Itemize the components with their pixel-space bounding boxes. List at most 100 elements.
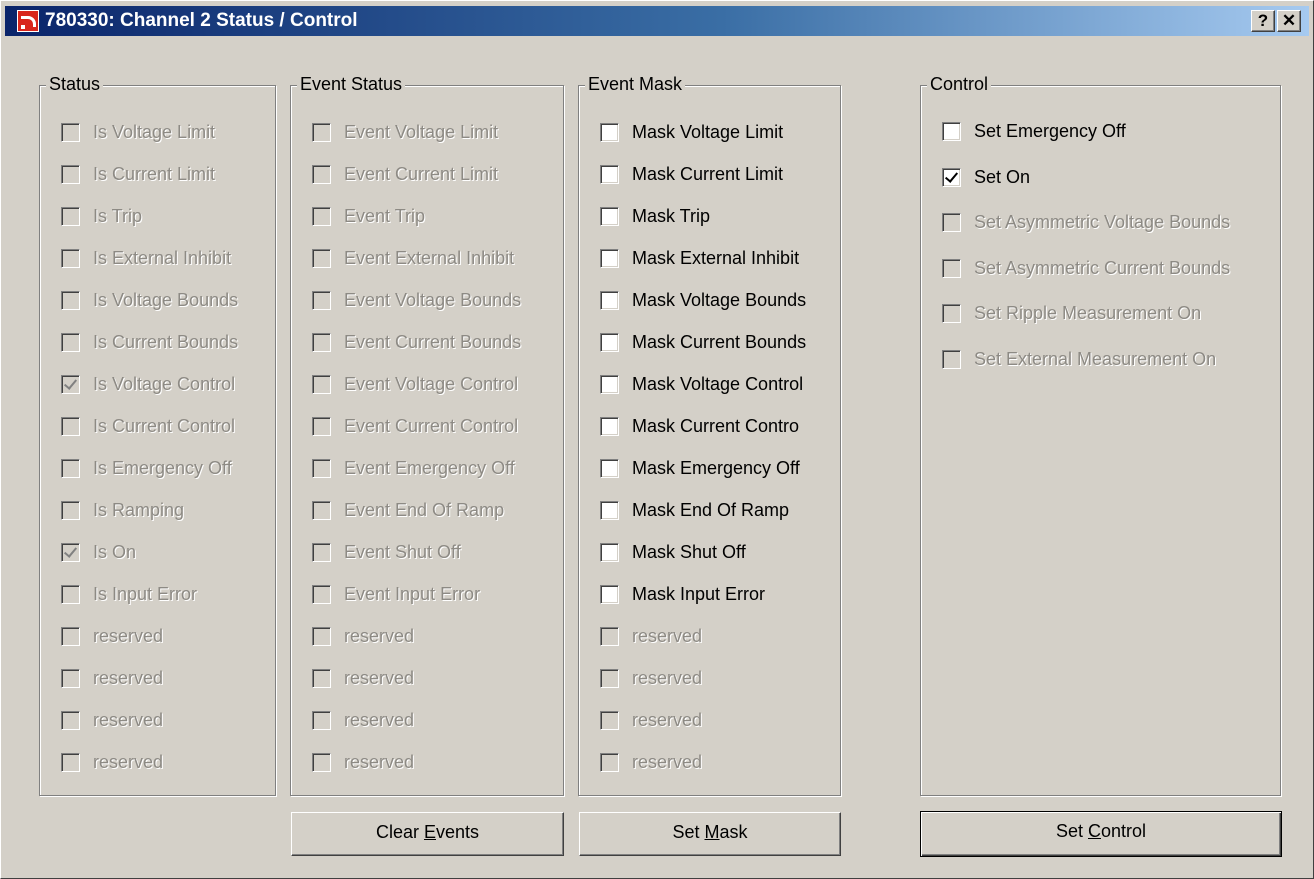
event-mask-checkbox-label: Mask Current Contro: [632, 416, 800, 436]
event-status-checkbox-label: Event Voltage Control: [344, 374, 519, 394]
control-checkbox[interactable]: [942, 122, 961, 141]
status-checkbox-label: Is Current Control: [93, 416, 236, 436]
control-checkbox-label: Set Ripple Measurement On: [974, 303, 1202, 323]
control-checkbox-label: Set Emergency Off: [974, 121, 1126, 141]
event-mask-checkbox-label: Mask Voltage Limit: [632, 122, 784, 142]
control-checkbox: [942, 304, 961, 323]
event-status-group-title: Event Status: [297, 74, 406, 95]
status-group: Status Is Voltage Limit Is Current Limit I…: [39, 74, 276, 796]
event-status-checkbox-label: Event Voltage Limit: [344, 122, 499, 142]
status-checkbox: [61, 459, 80, 478]
event-mask-checkbox[interactable]: [600, 291, 619, 310]
control-group-title: Control: [927, 74, 992, 95]
status-checkbox-label: Is Voltage Control: [93, 374, 236, 394]
event-mask-checkbox[interactable]: [600, 333, 619, 352]
event-mask-checkbox[interactable]: [600, 123, 619, 142]
event-status-checkbox-label: Event Trip: [344, 206, 426, 226]
event-status-checkbox: [312, 543, 331, 562]
control-group: Control Set Emergency Off Set On Set Asymm…: [920, 74, 1281, 796]
status-checkbox-label: reserved: [93, 668, 164, 688]
event-mask-checkbox[interactable]: [600, 459, 619, 478]
event-mask-checkbox-label: Mask Input Error: [632, 584, 766, 604]
status-checkbox-label: Is On: [93, 542, 137, 562]
status-checkbox-label: Is Trip: [93, 206, 143, 226]
checkmark-icon: [63, 544, 78, 558]
clear-events-mnemonic: E: [423, 822, 436, 842]
event-mask-group: Event Mask Mask Voltage Limit Mask Curren…: [578, 74, 841, 796]
status-checkbox: [61, 333, 80, 352]
event-mask-checkbox[interactable]: [600, 249, 619, 268]
set-control-button[interactable]: Set Control: [920, 811, 1282, 857]
event-mask-group-title: Event Mask: [585, 74, 686, 95]
event-status-checkbox: [312, 711, 331, 730]
status-checkbox-label: Is Ramping: [93, 500, 185, 520]
event-status-checkbox: [312, 627, 331, 646]
event-status-checkbox: [312, 375, 331, 394]
status-checkbox: [61, 585, 80, 604]
event-mask-checkbox-label: Mask External Inhibit: [632, 248, 800, 268]
status-checkbox: [61, 711, 80, 730]
event-status-checkbox-label: Event Current Bounds: [344, 332, 522, 352]
event-mask-checkbox[interactable]: [600, 165, 619, 184]
event-mask-checkbox-label: Mask Voltage Control: [632, 374, 804, 394]
event-status-checkbox-label: reserved: [344, 710, 415, 730]
event-status-checkbox: [312, 669, 331, 688]
control-checkbox[interactable]: [942, 167, 961, 187]
set-control-label-rest: ontrol: [1101, 821, 1147, 841]
event-status-checkbox-label: Event Current Control: [344, 416, 519, 436]
event-status-checkbox-label: Event Emergency Off: [344, 458, 515, 478]
event-mask-checkbox[interactable]: [600, 207, 619, 226]
event-mask-checkbox-label: Mask Current Bounds: [632, 332, 807, 352]
event-status-checkbox: [312, 459, 331, 478]
event-mask-checkbox-label: reserved: [632, 626, 703, 646]
event-status-checkbox: [312, 123, 331, 142]
status-checkbox-label: Is Current Limit: [93, 164, 216, 184]
help-button[interactable]: ?: [1251, 10, 1275, 32]
status-checkbox: [61, 543, 80, 562]
event-mask-checkbox[interactable]: [600, 543, 619, 562]
status-checkbox-label: Is Voltage Bounds: [93, 290, 239, 310]
status-checkbox: [61, 669, 80, 688]
event-status-checkbox-label: Event External Inhibit: [344, 248, 515, 268]
title-bar[interactable]: 780330: Channel 2 Status / Control ? ✕: [5, 6, 1309, 36]
event-status-checkbox: [312, 207, 331, 226]
event-mask-checkbox[interactable]: [600, 375, 619, 394]
event-mask-checkbox: [600, 627, 619, 646]
event-status-checkbox-label: reserved: [344, 752, 415, 772]
status-checkbox: [61, 375, 80, 394]
event-mask-checkbox[interactable]: [600, 585, 619, 604]
event-mask-checkbox: [600, 753, 619, 772]
event-mask-checkbox: [600, 711, 619, 730]
status-checkbox-label: Is Emergency Off: [93, 458, 232, 478]
event-mask-checkbox-label: Mask Current Limit: [632, 164, 784, 184]
status-checkbox-label: Is Current Bounds: [93, 332, 239, 352]
event-mask-checkbox-label: Mask Emergency Off: [632, 458, 800, 478]
event-status-checkbox-label: Event Shut Off: [344, 542, 461, 562]
event-status-checkbox-label: Event End Of Ramp: [344, 500, 505, 520]
status-checkbox: [61, 627, 80, 646]
set-mask-label: Set: [672, 822, 705, 842]
event-status-checkbox-label: reserved: [344, 626, 415, 646]
set-mask-label-rest: ask: [719, 822, 748, 842]
status-checkbox: [61, 291, 80, 310]
event-mask-checkbox[interactable]: [600, 501, 619, 520]
event-status-checkbox-label: reserved: [344, 668, 415, 688]
event-status-checkbox: [312, 417, 331, 436]
status-checkbox: [61, 501, 80, 520]
control-checkbox-label: Set On: [974, 166, 1031, 187]
event-mask-checkbox-label: Mask End Of Ramp: [632, 500, 790, 520]
close-button[interactable]: ✕: [1277, 10, 1301, 32]
clear-events-label-rest: vents: [436, 822, 480, 842]
event-mask-checkbox-label: reserved: [632, 668, 703, 688]
event-status-checkbox: [312, 249, 331, 268]
clear-events-button[interactable]: Clear Events: [291, 812, 564, 856]
status-checkbox: [61, 207, 80, 226]
control-checkbox: [942, 349, 961, 369]
set-mask-button[interactable]: Set Mask: [579, 812, 841, 856]
control-checkbox-label: Set External Measurement On: [974, 348, 1217, 369]
control-checkbox: [942, 258, 961, 278]
checkmark-icon: [63, 376, 78, 390]
event-mask-checkbox[interactable]: [600, 417, 619, 436]
event-status-checkbox: [312, 291, 331, 310]
checkmark-icon: [944, 168, 959, 183]
